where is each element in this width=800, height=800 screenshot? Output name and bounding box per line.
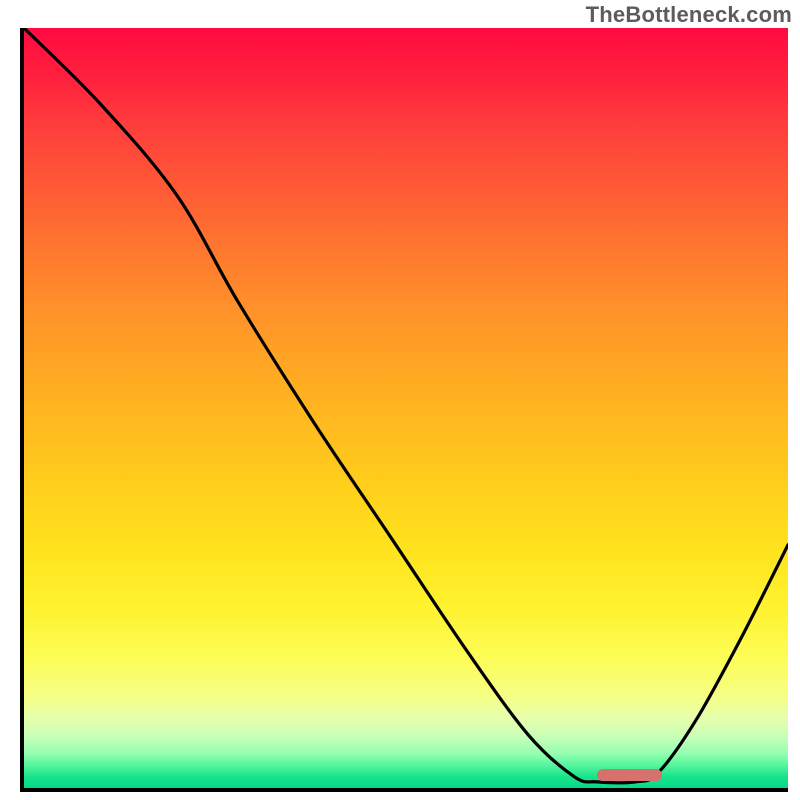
watermark-text: TheBottleneck.com (586, 2, 792, 28)
bottleneck-curve (24, 28, 788, 788)
optimum-marker (597, 769, 662, 781)
chart-plot-area (20, 28, 788, 792)
